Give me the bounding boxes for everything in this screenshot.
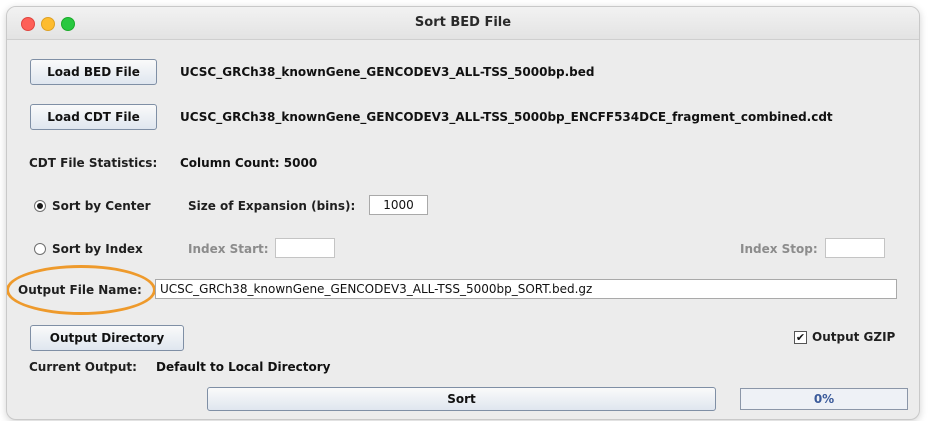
window-title: Sort BED File xyxy=(414,15,512,30)
output-directory-button[interactable]: Output Directory xyxy=(30,325,184,351)
index-stop-input[interactable] xyxy=(825,238,885,258)
current-output-label: Current Output: xyxy=(29,360,137,374)
output-gzip-checkbox[interactable]: ✔ xyxy=(794,331,807,344)
cdt-stats-value: Column Count: 5000 xyxy=(180,156,318,170)
bed-file-name: UCSC_GRCh38_knownGene_GENCODEV3_ALL-TSS_… xyxy=(180,65,595,79)
index-start-label: Index Start: xyxy=(188,242,269,256)
output-gzip-label[interactable]: Output GZIP xyxy=(812,330,895,344)
sort-by-index-radio[interactable] xyxy=(34,243,46,255)
current-output-value: Default to Local Directory xyxy=(156,360,331,374)
expansion-size-input[interactable]: 1000 xyxy=(369,195,428,215)
cdt-file-name: UCSC_GRCh38_knownGene_GENCODEV3_ALL-TSS_… xyxy=(180,110,833,124)
load-cdt-button[interactable]: Load CDT File xyxy=(30,104,157,130)
sort-button[interactable]: Sort xyxy=(207,387,716,411)
progress-bar: 0% xyxy=(740,388,908,410)
title-bar: Sort BED File xyxy=(7,7,919,40)
load-bed-button[interactable]: Load BED File xyxy=(30,59,157,85)
sort-by-index-label[interactable]: Sort by Index xyxy=(52,242,143,256)
output-file-name-input[interactable]: UCSC_GRCh38_knownGene_GENCODEV3_ALL-TSS_… xyxy=(155,279,897,299)
cdt-stats-label: CDT File Statistics: xyxy=(29,156,158,170)
sort-bed-window: Sort BED File Load BED File UCSC_GRCh38_… xyxy=(6,6,920,420)
index-stop-label: Index Stop: xyxy=(740,242,818,256)
index-start-input[interactable] xyxy=(275,238,335,258)
sort-by-center-label[interactable]: Sort by Center xyxy=(52,199,151,213)
expansion-size-label: Size of Expansion (bins): xyxy=(188,199,356,213)
sort-by-center-radio[interactable] xyxy=(34,200,46,212)
output-file-name-label: Output File Name: xyxy=(18,283,142,297)
